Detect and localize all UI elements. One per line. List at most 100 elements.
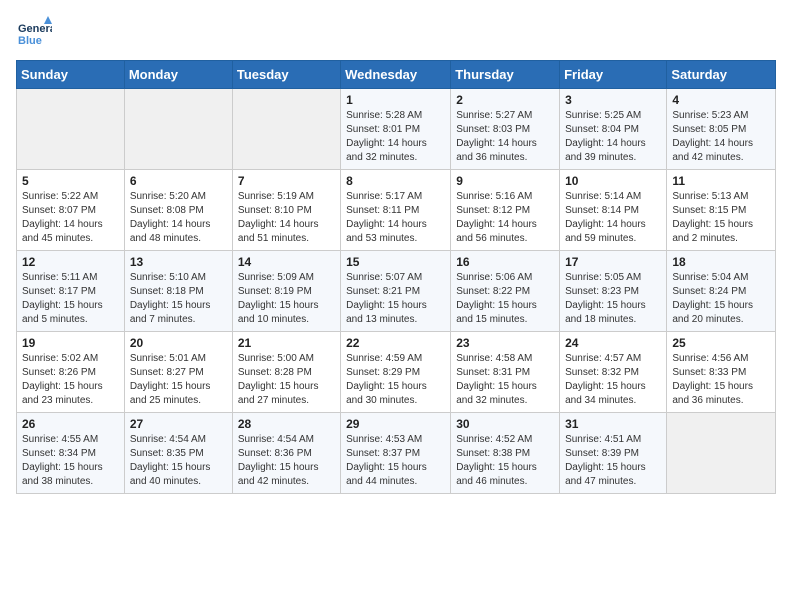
day-number: 7 [238,174,335,188]
day-number: 17 [565,255,661,269]
day-number: 25 [672,336,770,350]
day-number: 19 [22,336,119,350]
calendar-cell: 12 Sunrise: 5:11 AM Sunset: 8:17 PM Dayli… [17,251,125,332]
day-number: 1 [346,93,445,107]
weekday-header-thursday: Thursday [451,61,560,89]
day-content: Sunrise: 5:05 AM Sunset: 8:23 PM Dayligh… [565,271,661,327]
calendar-cell: 28 Sunrise: 4:54 AM Sunset: 8:36 PM Dayli… [232,413,340,494]
calendar-cell: 19Sunrise: 5:02 AM Sunset: 8:26 PM Dayli… [17,332,125,413]
day-content: Sunrise: 5:01 AM Sunset: 8:27 PM Dayligh… [130,352,227,408]
calendar-cell [667,413,776,494]
calendar-cell: 30 Sunrise: 4:52 AM Sunset: 8:38 PM Dayli… [451,413,560,494]
day-number: 4 [672,93,770,107]
day-number: 15 [346,255,445,269]
day-content: Sunrise: 4:51 AM Sunset: 8:39 PM Dayligh… [565,433,661,489]
calendar-week-5: 26 Sunrise: 4:55 AM Sunset: 8:34 PM Dayli… [17,413,776,494]
day-content: Sunrise: 5:23 AM Sunset: 8:05 PM Dayligh… [672,109,770,165]
day-number: 16 [456,255,554,269]
day-number: 12 [22,255,119,269]
calendar-cell: 2 Sunrise: 5:27 AM Sunset: 8:03 PM Daylig… [451,89,560,170]
calendar-cell: 8Sunrise: 5:17 AM Sunset: 8:11 PM Daylig… [341,170,451,251]
weekday-header-wednesday: Wednesday [341,61,451,89]
svg-text:General: General [18,23,52,35]
weekday-header-tuesday: Tuesday [232,61,340,89]
header: General Blue [16,16,776,52]
day-content: Sunrise: 4:54 AM Sunset: 8:36 PM Dayligh… [238,433,335,489]
calendar-week-1: 1 Sunrise: 5:28 AM Sunset: 8:01 PM Daylig… [17,89,776,170]
day-content: Sunrise: 5:09 AM Sunset: 8:19 PM Dayligh… [238,271,335,327]
calendar-cell: 29Sunrise: 4:53 AM Sunset: 8:37 PM Dayli… [341,413,451,494]
day-number: 5 [22,174,119,188]
day-number: 2 [456,93,554,107]
day-content: Sunrise: 4:57 AM Sunset: 8:32 PM Dayligh… [565,352,661,408]
day-number: 8 [346,174,445,188]
day-number: 9 [456,174,554,188]
day-content: Sunrise: 5:19 AM Sunset: 8:10 PM Dayligh… [238,190,335,246]
calendar-cell: 27Sunrise: 4:54 AM Sunset: 8:35 PM Dayli… [124,413,232,494]
day-content: Sunrise: 5:11 AM Sunset: 8:17 PM Dayligh… [22,271,119,327]
calendar-cell [232,89,340,170]
day-content: Sunrise: 4:56 AM Sunset: 8:33 PM Dayligh… [672,352,770,408]
weekday-header-row: SundayMondayTuesdayWednesdayThursdayFrid… [17,61,776,89]
day-content: Sunrise: 4:54 AM Sunset: 8:35 PM Dayligh… [130,433,227,489]
day-content: Sunrise: 4:58 AM Sunset: 8:31 PM Dayligh… [456,352,554,408]
calendar-cell: 13Sunrise: 5:10 AM Sunset: 8:18 PM Dayli… [124,251,232,332]
calendar-cell: 14 Sunrise: 5:09 AM Sunset: 8:19 PM Dayli… [232,251,340,332]
day-number: 30 [456,417,554,431]
calendar-week-4: 19Sunrise: 5:02 AM Sunset: 8:26 PM Dayli… [17,332,776,413]
calendar-week-3: 12 Sunrise: 5:11 AM Sunset: 8:17 PM Dayli… [17,251,776,332]
weekday-header-friday: Friday [560,61,667,89]
day-number: 22 [346,336,445,350]
calendar-cell: 26 Sunrise: 4:55 AM Sunset: 8:34 PM Dayli… [17,413,125,494]
day-number: 18 [672,255,770,269]
calendar-cell: 7 Sunrise: 5:19 AM Sunset: 8:10 PM Daylig… [232,170,340,251]
day-number: 6 [130,174,227,188]
day-number: 29 [346,417,445,431]
day-number: 26 [22,417,119,431]
day-content: Sunrise: 5:14 AM Sunset: 8:14 PM Dayligh… [565,190,661,246]
calendar-cell: 21Sunrise: 5:00 AM Sunset: 8:28 PM Dayli… [232,332,340,413]
day-content: Sunrise: 5:10 AM Sunset: 8:18 PM Dayligh… [130,271,227,327]
day-content: Sunrise: 5:07 AM Sunset: 8:21 PM Dayligh… [346,271,445,327]
svg-text:Blue: Blue [18,35,42,47]
calendar-table: SundayMondayTuesdayWednesdayThursdayFrid… [16,60,776,494]
logo-icon: General Blue [16,16,52,52]
day-content: Sunrise: 4:55 AM Sunset: 8:34 PM Dayligh… [22,433,119,489]
day-content: Sunrise: 5:27 AM Sunset: 8:03 PM Dayligh… [456,109,554,165]
calendar-cell: 11 Sunrise: 5:13 AM Sunset: 8:15 PM Dayli… [667,170,776,251]
calendar-cell: 4 Sunrise: 5:23 AM Sunset: 8:05 PM Daylig… [667,89,776,170]
day-number: 14 [238,255,335,269]
calendar-cell: 5 Sunrise: 5:22 AM Sunset: 8:07 PM Daylig… [17,170,125,251]
calendar-cell: 23Sunrise: 4:58 AM Sunset: 8:31 PM Dayli… [451,332,560,413]
day-number: 20 [130,336,227,350]
day-number: 3 [565,93,661,107]
day-content: Sunrise: 5:25 AM Sunset: 8:04 PM Dayligh… [565,109,661,165]
day-number: 31 [565,417,661,431]
day-content: Sunrise: 5:13 AM Sunset: 8:15 PM Dayligh… [672,190,770,246]
day-number: 11 [672,174,770,188]
day-content: Sunrise: 5:16 AM Sunset: 8:12 PM Dayligh… [456,190,554,246]
calendar-cell: 10Sunrise: 5:14 AM Sunset: 8:14 PM Dayli… [560,170,667,251]
day-number: 28 [238,417,335,431]
calendar-cell: 17 Sunrise: 5:05 AM Sunset: 8:23 PM Dayli… [560,251,667,332]
calendar-cell: 25 Sunrise: 4:56 AM Sunset: 8:33 PM Dayli… [667,332,776,413]
calendar-cell: 1 Sunrise: 5:28 AM Sunset: 8:01 PM Daylig… [341,89,451,170]
logo: General Blue [16,16,52,52]
weekday-header-monday: Monday [124,61,232,89]
day-number: 21 [238,336,335,350]
calendar-cell: 15 Sunrise: 5:07 AM Sunset: 8:21 PM Dayli… [341,251,451,332]
weekday-header-sunday: Sunday [17,61,125,89]
calendar-cell: 24Sunrise: 4:57 AM Sunset: 8:32 PM Dayli… [560,332,667,413]
day-content: Sunrise: 5:22 AM Sunset: 8:07 PM Dayligh… [22,190,119,246]
calendar-cell [17,89,125,170]
calendar-cell: 6 Sunrise: 5:20 AM Sunset: 8:08 PM Daylig… [124,170,232,251]
day-content: Sunrise: 4:52 AM Sunset: 8:38 PM Dayligh… [456,433,554,489]
calendar-cell [124,89,232,170]
calendar-cell: 3 Sunrise: 5:25 AM Sunset: 8:04 PM Daylig… [560,89,667,170]
weekday-header-saturday: Saturday [667,61,776,89]
day-content: Sunrise: 5:20 AM Sunset: 8:08 PM Dayligh… [130,190,227,246]
calendar-cell: 16Sunrise: 5:06 AM Sunset: 8:22 PM Dayli… [451,251,560,332]
calendar-cell: 20 Sunrise: 5:01 AM Sunset: 8:27 PM Dayli… [124,332,232,413]
calendar-week-2: 5 Sunrise: 5:22 AM Sunset: 8:07 PM Daylig… [17,170,776,251]
day-content: Sunrise: 5:28 AM Sunset: 8:01 PM Dayligh… [346,109,445,165]
